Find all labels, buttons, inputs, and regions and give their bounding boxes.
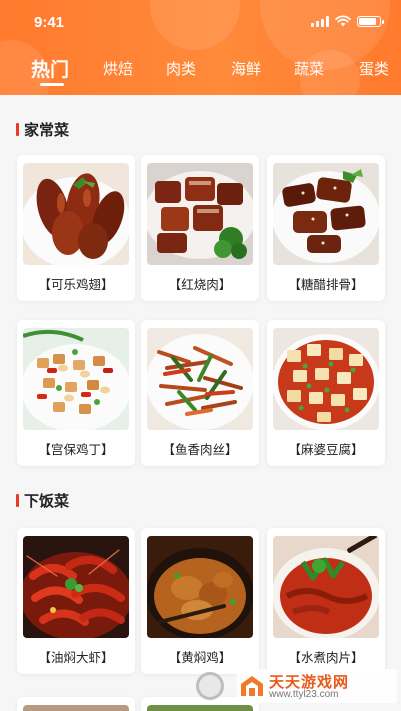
status-icons [311, 15, 384, 27]
watermark: 天天游戏网 www.ttyl23.com [237, 669, 397, 703]
recipe-card[interactable]: 【油焖大虾】 [17, 528, 135, 674]
recipe-card[interactable]: 【黄焖鸡】 [141, 528, 259, 674]
recipe-card[interactable]: 【麻婆豆腐】 [267, 320, 385, 466]
dish-name: 【可乐鸡翅】 [38, 277, 114, 292]
watermark-url: www.ttyl23.com [269, 689, 339, 700]
dish-name: 【宫保鸡丁】 [38, 442, 114, 457]
dish-photo [273, 328, 379, 430]
recipe-card[interactable]: 【鱼香肉丝】 [141, 320, 259, 466]
dish-name: 【水煮肉片】 [288, 650, 364, 665]
tab-baking[interactable]: 烘焙 [103, 58, 133, 79]
dish-name: 【黄焖鸡】 [168, 650, 232, 665]
status-bar: 9:41 [0, 0, 401, 40]
dish-name: 【麻婆豆腐】 [288, 442, 364, 457]
dish-photo [147, 705, 253, 711]
recipe-card[interactable]: 【水煮肉片】 [267, 528, 385, 674]
recipe-card[interactable]: 【红烧肉】 [141, 155, 259, 301]
section-heading: 下饭菜 [24, 492, 70, 510]
recipe-card[interactable]: 【糖醋排骨】 [267, 155, 385, 301]
dish-photo [147, 536, 253, 638]
recipe-card[interactable] [17, 697, 135, 711]
tab-hot[interactable]: 热门 [31, 55, 69, 82]
section-marker [16, 123, 19, 136]
cellular-signal-icon [311, 15, 329, 27]
dish-name: 【糖醋排骨】 [288, 277, 364, 292]
dish-photo [23, 328, 129, 430]
dish-photo [23, 163, 129, 265]
tab-eggs[interactable]: 蛋类 [359, 58, 389, 79]
dish-photo [23, 536, 129, 638]
active-tab-indicator [40, 83, 64, 86]
dish-photo [147, 328, 253, 430]
recipe-card[interactable]: 【宫保鸡丁】 [17, 320, 135, 466]
status-time: 9:41 [34, 14, 65, 31]
tab-vegetables[interactable]: 蔬菜 [294, 58, 324, 79]
section-title-home-cooking: 家常菜 [16, 119, 69, 140]
watermark-logo-icon [241, 676, 263, 696]
dish-photo [23, 705, 129, 711]
tab-seafood[interactable]: 海鲜 [231, 58, 261, 79]
app-screen: 9:41 热门 烘焙 肉类 海鲜 蔬菜 蛋类 家常菜 【可乐鸡翅】 【红烧肉】 … [0, 0, 401, 711]
battery-level [359, 17, 376, 25]
header: 9:41 热门 烘焙 肉类 海鲜 蔬菜 蛋类 [0, 0, 401, 95]
section-title-rice-dishes: 下饭菜 [16, 490, 69, 511]
tab-meat[interactable]: 肉类 [166, 58, 196, 79]
battery-icon [357, 15, 384, 27]
section-heading: 家常菜 [24, 121, 70, 139]
dish-name: 【鱼香肉丝】 [162, 442, 238, 457]
dish-photo [273, 536, 379, 638]
section-marker [16, 494, 19, 507]
recipe-card[interactable]: 【可乐鸡翅】 [17, 155, 135, 301]
dish-name: 【红烧肉】 [168, 277, 232, 292]
watermark-circle [196, 672, 224, 700]
wifi-icon [335, 15, 351, 27]
dish-photo [147, 163, 253, 265]
dish-photo [273, 163, 379, 265]
category-tabs: 热门 烘焙 肉类 海鲜 蔬菜 蛋类 [0, 58, 401, 88]
dish-name: 【油焖大虾】 [38, 650, 114, 665]
